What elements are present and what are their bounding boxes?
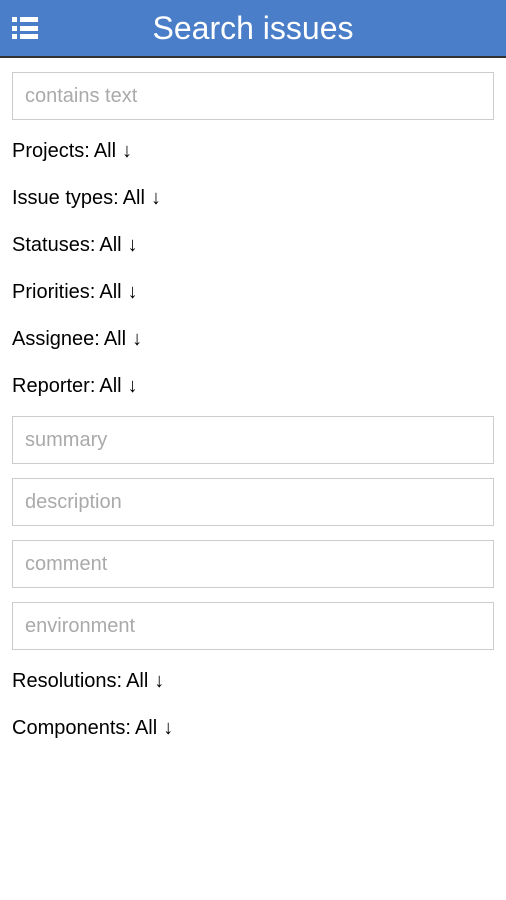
comment-input[interactable]: [12, 540, 494, 588]
environment-input[interactable]: [12, 602, 494, 650]
resolutions-filter[interactable]: Resolutions: All ↓: [12, 670, 494, 693]
filter-label: Resolutions:: [12, 670, 122, 693]
filter-label: Projects:: [12, 140, 90, 163]
chevron-down-icon: ↓: [122, 140, 132, 163]
statuses-filter[interactable]: Statuses: All ↓: [12, 234, 494, 257]
chevron-down-icon: ↓: [128, 375, 138, 398]
filter-label: Components:: [12, 717, 131, 740]
contains-text-input[interactable]: [12, 72, 494, 120]
search-form: Projects: All ↓ Issue types: All ↓ Statu…: [0, 58, 506, 740]
filter-value: All: [126, 670, 148, 693]
assignee-filter[interactable]: Assignee: All ↓: [12, 328, 494, 351]
priorities-filter[interactable]: Priorities: All ↓: [12, 281, 494, 304]
chevron-down-icon: ↓: [163, 717, 173, 740]
filter-label: Priorities:: [12, 281, 95, 304]
filter-label: Issue types:: [12, 187, 119, 210]
summary-input[interactable]: [12, 416, 494, 464]
components-filter[interactable]: Components: All ↓: [12, 717, 494, 740]
reporter-filter[interactable]: Reporter: All ↓: [12, 375, 494, 398]
filter-label: Reporter:: [12, 375, 95, 398]
filter-label: Assignee:: [12, 328, 100, 351]
chevron-down-icon: ↓: [128, 234, 138, 257]
filter-value: All: [104, 328, 126, 351]
filter-value: All: [99, 375, 121, 398]
chevron-down-icon: ↓: [154, 670, 164, 693]
filter-value: All: [135, 717, 157, 740]
app-header: Search issues: [0, 0, 506, 58]
filter-value: All: [99, 234, 121, 257]
chevron-down-icon: ↓: [151, 187, 161, 210]
issue-types-filter[interactable]: Issue types: All ↓: [12, 187, 494, 210]
projects-filter[interactable]: Projects: All ↓: [12, 140, 494, 163]
description-input[interactable]: [12, 478, 494, 526]
filter-value: All: [99, 281, 121, 304]
filter-label: Statuses:: [12, 234, 95, 257]
filter-value: All: [94, 140, 116, 163]
chevron-down-icon: ↓: [132, 328, 142, 351]
menu-icon[interactable]: [12, 17, 40, 39]
filter-value: All: [123, 187, 145, 210]
page-title: Search issues: [48, 10, 458, 47]
chevron-down-icon: ↓: [128, 281, 138, 304]
